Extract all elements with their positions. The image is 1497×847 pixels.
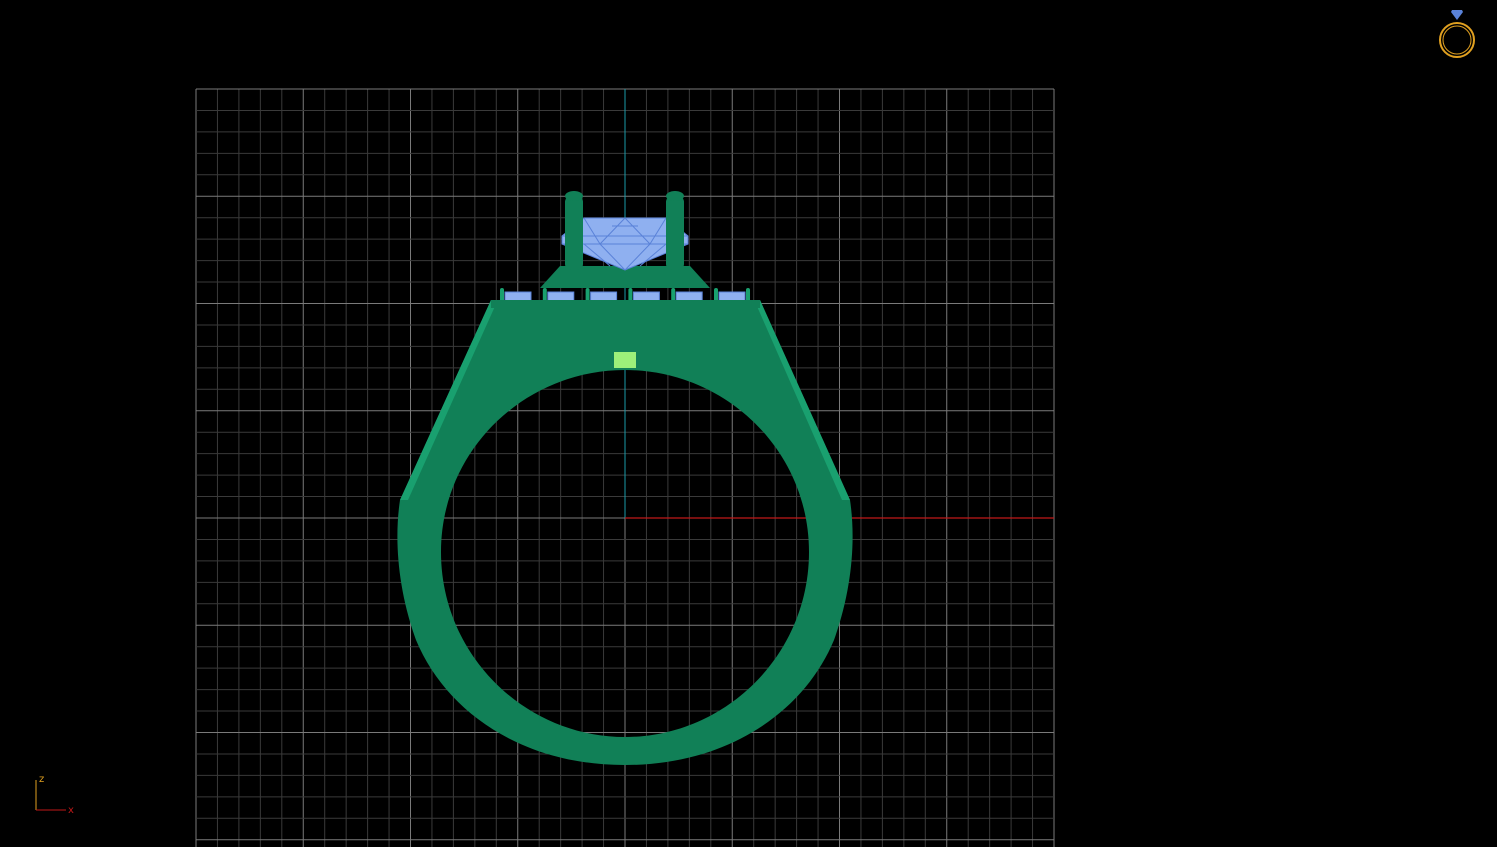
- ring-icon-gem-top: [1451, 10, 1463, 12]
- side-prong: [542, 288, 547, 302]
- side-prong: [500, 288, 504, 302]
- axis-triad: z x: [28, 770, 88, 820]
- ring-icon-band-inner: [1442, 25, 1472, 55]
- prong-left-tip: [565, 191, 583, 201]
- triad-z-label: z: [39, 774, 44, 785]
- ring-tool-icon[interactable]: [1434, 6, 1480, 64]
- ring-icon: [1439, 10, 1475, 58]
- viewport-scene[interactable]: [0, 0, 1497, 847]
- side-prong: [628, 288, 633, 302]
- side-prong: [671, 288, 676, 302]
- triad-x-label: x: [68, 805, 74, 816]
- 3d-viewport[interactable]: z x: [0, 0, 1497, 847]
- prong-right-tip: [666, 191, 684, 201]
- prong-right: [666, 196, 684, 270]
- selection-marker[interactable]: [614, 352, 636, 368]
- shoulder-bar: [491, 300, 760, 308]
- ring-icon-band: [1439, 22, 1475, 58]
- side-prong: [714, 288, 718, 302]
- side-prong: [746, 288, 750, 302]
- ring-icon-gem: [1451, 12, 1463, 20]
- side-prong: [585, 288, 590, 302]
- prong-left: [565, 196, 583, 270]
